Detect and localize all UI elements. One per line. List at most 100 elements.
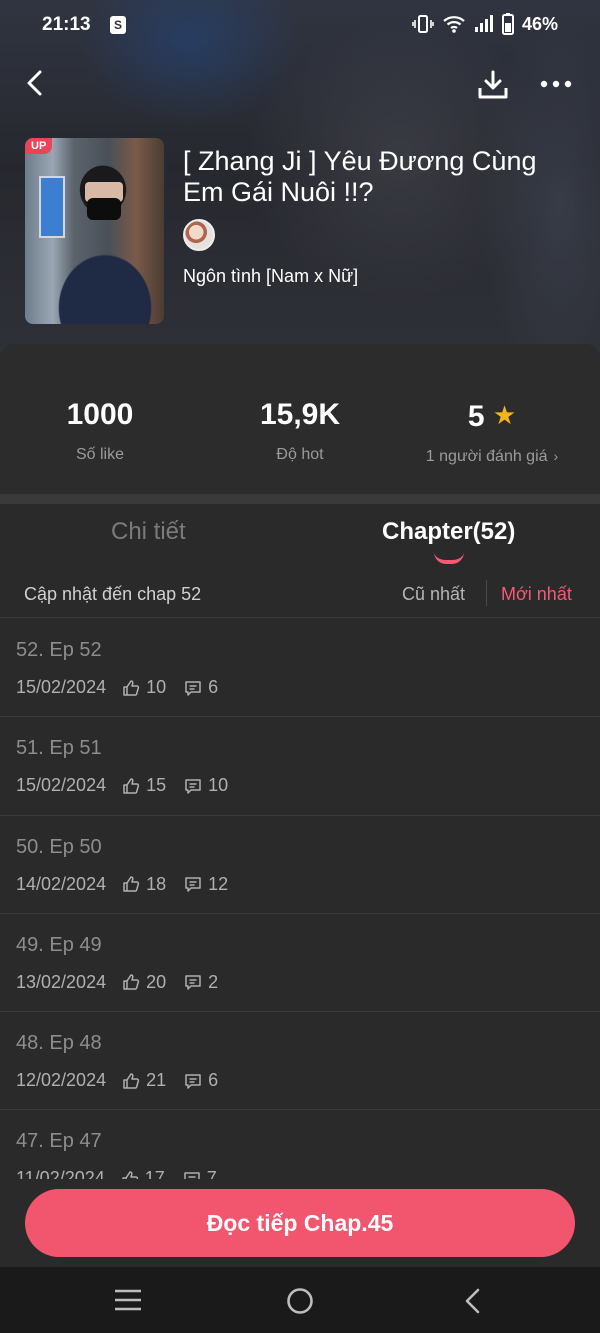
chapter-date: 13/02/2024 [16, 971, 107, 992]
chapter-row[interactable]: 51. Ep 51 15/02/2024 15 10 [0, 717, 600, 816]
up-badge: UP [25, 138, 53, 154]
chapter-row[interactable]: 49. Ep 49 13/02/2024 20 2 [0, 914, 600, 1013]
chapter-title: 48. Ep 48 [16, 1032, 102, 1055]
like-icon [122, 875, 140, 893]
chapter-comment-count: 6 [208, 1070, 219, 1091]
chapter-title: 49. Ep 49 [16, 933, 102, 956]
stat-rating[interactable]: 5 ★ 1 người đánh giá › [392, 396, 592, 466]
download-icon [478, 70, 508, 99]
chapter-like-count: 18 [146, 873, 167, 894]
chapter-row[interactable]: 47. Ep 47 11/02/2024 17 7 [0, 1110, 600, 1179]
tab-bar: Chi tiết Chapter(52) [0, 504, 600, 568]
chapter-meta: 15/02/2024 10 6 [16, 677, 236, 698]
more-button[interactable] [538, 74, 574, 94]
like-icon [121, 1170, 139, 1179]
book-title: [ Zhang Ji ] Yêu Đương Cùng Em Gái Nuôi … [183, 146, 537, 207]
chapter-list: 52. Ep 52 15/02/2024 10 6 51. Ep 51 15/02/202… [0, 619, 600, 1179]
rating-label: 1 người đánh giá [425, 448, 548, 465]
chapter-date: 15/02/2024 [16, 775, 107, 796]
book-genre[interactable]: Ngôn tình [Nam x Nữ] [183, 266, 358, 287]
cover-poster-shape [39, 176, 65, 238]
tab-detail[interactable]: Chi tiết [111, 518, 186, 546]
chapter-meta: 12/02/2024 21 6 [16, 1070, 236, 1091]
chapter-comment-count: 10 [208, 775, 229, 796]
cover-mask-shape [87, 198, 121, 220]
chapter-like-count: 20 [146, 971, 167, 992]
vibrate-icon [412, 15, 434, 33]
battery-percent: 46% [521, 13, 558, 34]
continue-reading-button[interactable]: Đọc tiếp Chap.45 [25, 1189, 575, 1257]
chapter-comment-count: 6 [208, 677, 219, 697]
wifi-icon [443, 16, 465, 33]
chapter-comment-count: 7 [206, 1168, 217, 1179]
chapter-row[interactable]: 52. Ep 52 15/02/2024 10 6 [0, 619, 600, 718]
chapter-meta: 15/02/2024 15 10 [16, 775, 246, 796]
section-divider [0, 494, 600, 504]
home-icon [287, 1288, 313, 1314]
star-icon: ★ [492, 400, 517, 430]
sort-oldest-button[interactable]: Cũ nhất [402, 584, 465, 605]
update-status: Cập nhật đến chap 52 [24, 584, 202, 604]
chapter-date: 12/02/2024 [16, 1070, 107, 1091]
status-bar: 21:13 S 46% [0, 0, 600, 52]
chapter-title: 51. Ep 51 [16, 737, 102, 760]
tab-chapter[interactable]: Chapter(52) [382, 518, 515, 546]
chevron-right-icon: › [553, 448, 559, 464]
chapter-like-count: 10 [146, 677, 167, 697]
sort-newest-button[interactable]: Mới nhất [501, 584, 572, 605]
likes-value: 1000 [66, 398, 134, 431]
comment-icon [184, 875, 202, 893]
top-navigation [0, 60, 600, 110]
chapter-date: 14/02/2024 [16, 873, 107, 894]
like-icon [122, 777, 140, 795]
shop-notification-icon: S [110, 16, 126, 34]
comment-icon [184, 973, 202, 991]
menu-icon [115, 1289, 141, 1311]
nav-back-icon [465, 1288, 480, 1314]
chapter-row[interactable]: 50. Ep 50 14/02/2024 18 12 [0, 816, 600, 914]
chapter-title: 50. Ep 50 [16, 835, 102, 858]
battery-icon [501, 13, 514, 35]
comment-icon [184, 679, 202, 697]
nav-back-button[interactable] [462, 1287, 484, 1320]
status-time: 21:13 [42, 14, 91, 35]
home-button[interactable] [286, 1287, 314, 1320]
menu-button[interactable] [114, 1287, 142, 1318]
like-icon [122, 973, 140, 991]
chapter-like-count: 15 [146, 775, 167, 796]
chapter-like-count: 17 [144, 1168, 165, 1179]
chapter-meta: 11/02/2024 17 7 [16, 1168, 235, 1179]
rating-value: 5 [467, 400, 485, 433]
comment-icon [184, 777, 202, 795]
chapter-row[interactable]: 48. Ep 48 12/02/2024 21 6 [0, 1012, 600, 1111]
more-icon [540, 80, 572, 88]
tab-active-indicator [434, 552, 464, 564]
chapter-meta: 14/02/2024 18 12 [16, 874, 246, 895]
comment-icon [184, 1072, 202, 1090]
back-icon [27, 70, 42, 96]
chapter-title: 47. Ep 47 [16, 1130, 102, 1153]
comment-icon [183, 1170, 201, 1179]
chapter-like-count: 21 [146, 1070, 167, 1091]
author-avatar[interactable] [183, 219, 215, 251]
book-cover[interactable]: UP [25, 138, 164, 324]
like-icon [122, 679, 140, 697]
stat-likes: 1000 Số like [0, 396, 200, 464]
sort-bar: Cập nhật đến chap 52 Cũ nhất Mới nhất [0, 568, 600, 618]
hot-label: Độ hot [276, 446, 324, 463]
stats-panel: 1000 Số like 15,9K Độ hot 5 ★ 1 người đá… [0, 344, 600, 494]
chapter-title: 52. Ep 52 [16, 639, 102, 661]
chapter-comment-count: 12 [208, 873, 229, 894]
chapter-date: 11/02/2024 [16, 1168, 105, 1179]
sort-separator [486, 580, 487, 606]
stat-hot: 15,9K Độ hot [200, 396, 400, 464]
likes-label: Số like [75, 446, 125, 463]
like-icon [122, 1072, 140, 1090]
back-button[interactable] [20, 68, 50, 98]
chapter-meta: 13/02/2024 20 2 [16, 972, 236, 993]
system-navigation-bar [0, 1267, 600, 1333]
chapter-date: 15/02/2024 [16, 677, 107, 697]
download-button[interactable] [476, 68, 510, 102]
chapter-comment-count: 2 [208, 971, 219, 992]
signal-icon [474, 15, 493, 32]
